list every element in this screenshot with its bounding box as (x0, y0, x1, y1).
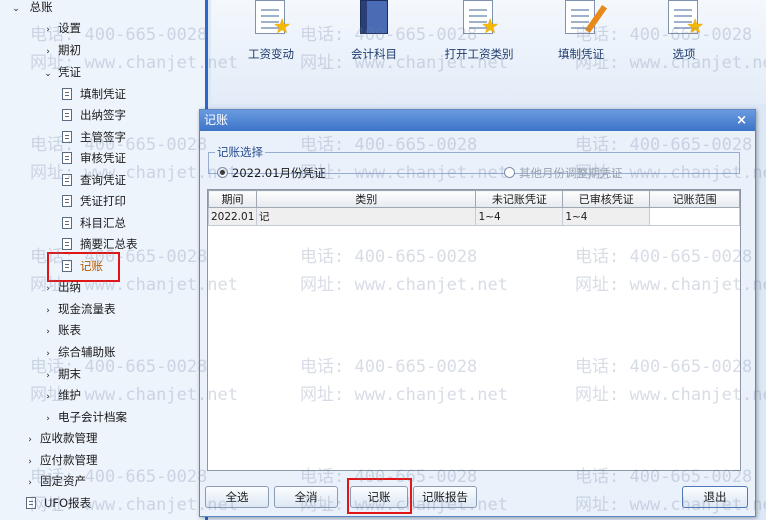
dialog-titlebar[interactable]: 记账 × (200, 110, 755, 131)
col-post-range[interactable]: 记账范围 (649, 190, 740, 208)
select-all-button[interactable]: 全选 (205, 486, 269, 508)
tree-item-period-end[interactable]: › 期末 (42, 364, 81, 384)
tree-item-cashflow[interactable]: › 现金流量表 (42, 299, 115, 321)
cell-category: 记 (255, 207, 477, 226)
tree-item-supervisor-sign[interactable]: 主管签字 (62, 127, 126, 147)
toolbar-accounts[interactable]: 会计科目 (334, 0, 414, 62)
tree-item-e-archive[interactable]: › 电子会计档案 (42, 407, 127, 427)
document-star-icon: ★ (664, 0, 704, 36)
book-icon (354, 0, 394, 36)
tree-item-abstract-summary[interactable]: 摘要汇总表 (62, 234, 138, 254)
chevron-right-icon[interactable]: › (42, 279, 54, 299)
chevron-down-icon[interactable]: ⌄ (42, 64, 54, 84)
chevron-right-icon[interactable]: › (42, 322, 54, 342)
document-icon (62, 217, 72, 229)
dialog-title: 记账 (204, 113, 229, 127)
tree-item-fixed-assets[interactable]: › 固定资产 (24, 471, 86, 491)
quick-toolbar: ★ 工资变动 会计科目 ★ 打开工资类别 填制凭证 ★ 选项 (211, 0, 766, 104)
cell-period: 2022.01 (208, 207, 257, 226)
radio-current-month[interactable]: 2022.01月份凭证 (217, 165, 326, 181)
chevron-right-icon[interactable]: › (24, 430, 36, 450)
tree-item-maintenance[interactable]: › 维护 (42, 385, 81, 405)
tree-item-settings[interactable]: › 设置 (42, 18, 81, 38)
chevron-right-icon[interactable]: › (42, 409, 54, 429)
document-icon (62, 152, 72, 164)
tree-item-ufo-report[interactable]: UFO报表 (26, 493, 91, 513)
tree-root-general-ledger[interactable]: ⌄ 总账 (10, 0, 52, 19)
tree-item-aux-ledger[interactable]: › 综合辅助账 (42, 342, 115, 364)
document-star-icon: ★ (459, 0, 499, 36)
tree-item-receivables[interactable]: › 应收款管理 (24, 428, 97, 450)
col-audited[interactable]: 已审核凭证 (562, 190, 651, 208)
toolbar-options[interactable]: ★ 选项 (644, 0, 724, 62)
toolbar-open-salary-category[interactable]: ★ 打开工资类别 (439, 0, 519, 62)
document-icon (62, 109, 72, 121)
clear-all-button[interactable]: 全消 (274, 486, 338, 508)
col-category[interactable]: 类别 (255, 190, 477, 208)
document-icon (62, 88, 72, 100)
document-star-icon: ★ (251, 0, 291, 36)
tree-item-reports[interactable]: › 账表 (42, 320, 81, 340)
tree-item-print-voucher[interactable]: 凭证打印 (62, 191, 126, 211)
cell-post-range[interactable] (649, 207, 740, 226)
voucher-grid: 期间 类别 未记账凭证 已审核凭证 记账范围 2022.01 记 1~4 1~4 (208, 190, 740, 226)
tree-item-payables[interactable]: › 应付款管理 (24, 450, 97, 472)
radio-other-months[interactable]: 其他月份调整期凭证 (504, 165, 623, 181)
tree-item-account-summary[interactable]: 科目汇总 (62, 213, 126, 233)
nav-tree: ⌄ 总账 › 设置 › 期初 ⌄ 凭证 填制凭证 出纳签字 主管签字 审核凭证 查询凭… (0, 0, 208, 520)
chevron-right-icon[interactable]: › (42, 301, 54, 321)
chevron-right-icon[interactable]: › (42, 42, 54, 62)
radio-selected-icon[interactable] (217, 167, 228, 178)
close-icon[interactable]: × (736, 110, 747, 131)
cell-unposted: 1~4 (475, 207, 564, 226)
document-icon (62, 174, 72, 186)
chevron-right-icon[interactable]: › (24, 473, 36, 493)
post-report-button[interactable]: 记账报告 (413, 486, 477, 508)
document-icon (26, 497, 36, 509)
document-icon (62, 238, 72, 250)
chevron-right-icon[interactable]: › (24, 452, 36, 472)
col-unposted[interactable]: 未记账凭证 (475, 190, 564, 208)
radio-empty-icon[interactable] (504, 167, 515, 178)
toolbar-fill-voucher[interactable]: 填制凭证 (541, 0, 621, 62)
exit-button[interactable]: 退出 (682, 486, 748, 508)
chevron-right-icon[interactable]: › (42, 344, 54, 364)
highlight-box-post-button (347, 478, 412, 514)
tree-item-audit-voucher[interactable]: 审核凭证 (62, 148, 126, 168)
cell-audited: 1~4 (562, 207, 651, 226)
notepad-pen-icon (561, 0, 608, 36)
chevron-right-icon[interactable]: › (42, 387, 54, 407)
document-icon (62, 195, 72, 207)
document-icon (62, 131, 72, 143)
grid-header-row: 期间 类别 未记账凭证 已审核凭证 记账范围 (208, 190, 740, 208)
tree-item-cashier[interactable]: › 出纳 (42, 277, 81, 297)
table-row[interactable]: 2022.01 记 1~4 1~4 (208, 207, 740, 226)
tree-item-fill-voucher[interactable]: 填制凭证 (62, 84, 126, 104)
toolbar-salary-change[interactable]: ★ 工资变动 (231, 0, 311, 62)
tree-item-cashier-sign[interactable]: 出纳签字 (62, 105, 126, 125)
chevron-right-icon[interactable]: › (42, 20, 54, 40)
chevron-right-icon[interactable]: › (42, 366, 54, 386)
chevron-down-icon[interactable]: ⌄ (10, 0, 22, 19)
tree-item-voucher[interactable]: ⌄ 凭证 (42, 62, 81, 82)
tree-item-query-voucher[interactable]: 查询凭证 (62, 170, 126, 190)
group-label: 记账选择 (217, 145, 263, 159)
post-ledger-dialog: 记账 × 记账选择 2022.01月份凭证 其他月份调整期凭证 期间 类别 未记… (199, 109, 756, 517)
voucher-grid-area (207, 189, 741, 471)
post-selection-group: 记账选择 2022.01月份凭证 其他月份调整期凭证 (208, 144, 740, 180)
col-period[interactable]: 期间 (208, 190, 257, 208)
tree-item-opening[interactable]: › 期初 (42, 40, 81, 60)
